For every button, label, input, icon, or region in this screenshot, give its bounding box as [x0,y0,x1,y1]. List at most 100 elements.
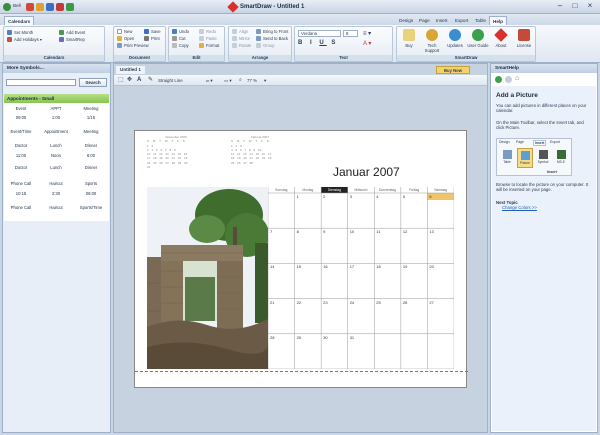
symbol-cell[interactable]: Sports/Time [74,205,108,210]
date-cell[interactable]: 21 [270,300,274,305]
shape-select[interactable]: ▭ ▾ [224,77,232,84]
ruins-photo[interactable] [147,187,268,369]
forward-icon[interactable] [505,76,512,83]
symbol-cell[interactable]: Meeting [74,106,108,111]
save-button[interactable]: Save [151,29,161,34]
zoom-icon[interactable]: ⌕ [239,77,242,84]
group-button[interactable]: Group [263,43,275,48]
about-button[interactable]: About [490,28,512,56]
pan-tool-icon[interactable]: ✥ [127,77,132,84]
symbol-cell[interactable]: Dinner [74,143,108,148]
symbol-cell[interactable]: Doctor [4,143,38,148]
back-icon[interactable] [495,76,502,83]
date-cell[interactable]: 5 [403,194,405,199]
line-width-select[interactable]: ═ ▾ [206,77,213,84]
date-cell[interactable]: 18 [376,264,380,269]
search-button[interactable]: Search [79,78,107,87]
new-icon[interactable] [26,3,34,11]
symbol-cell[interactable]: APPT [39,106,73,111]
date-cell[interactable]: 8 [297,229,299,234]
date-cell[interactable]: 20 [429,264,433,269]
bring-to-front-button[interactable]: Bring to Front [263,29,288,34]
tab-export[interactable]: Export [452,16,471,25]
close-button[interactable]: × [583,1,597,12]
symbol-cell[interactable]: 1/15 [74,115,108,120]
symbol-cell[interactable]: Haircut [39,205,73,210]
symbol-cell[interactable]: Lunch [39,165,73,170]
date-cell[interactable]: 2 [323,194,325,199]
date-cell[interactable]: 9 [323,229,325,234]
maximize-button[interactable]: □ [568,1,582,12]
date-cell[interactable]: 22 [297,300,301,305]
date-cell[interactable]: 14 [270,264,274,269]
minimize-button[interactable]: – [553,1,567,12]
symbol-cell[interactable]: 6:00 [74,153,108,158]
date-cell[interactable]: 1 [297,194,299,199]
format-buttons[interactable]: B I U S [298,40,338,46]
tab-page[interactable]: Page [416,16,433,25]
symbol-cell[interactable]: Noon [39,153,73,158]
send-to-back-button[interactable]: Send to Back [263,36,288,41]
date-cell[interactable]: 27 [429,300,433,305]
align-button[interactable]: Align [239,29,248,34]
copy-button[interactable]: Copy [179,43,189,48]
open-button[interactable]: Open [124,36,134,41]
symbol-cell[interactable]: Doctor [4,165,38,170]
tab-insert[interactable]: Insert [433,16,451,25]
symbol-cell[interactable]: Event [4,106,38,111]
open-icon[interactable] [36,3,44,11]
date-cell[interactable]: 23 [323,300,327,305]
buy-button[interactable]: Buy [398,28,420,56]
user-guide-button[interactable]: User Guide [467,28,489,56]
symbol-cell[interactable]: 1:00 [39,115,73,120]
symbol-cell[interactable]: Event/Time [4,129,38,134]
month-title[interactable]: Januar 2007 [333,165,400,179]
date-cell[interactable]: 29 [297,335,301,340]
symbol-cell[interactable]: 2:30 [39,191,73,196]
date-cell[interactable]: 7 [270,229,272,234]
date-cell[interactable]: 19 [403,264,407,269]
date-cell[interactable]: 31 [350,335,354,340]
undo-button[interactable]: Undo [179,29,189,34]
date-cell[interactable]: 3 [350,194,352,199]
symbol-cell[interactable]: Dinner [74,165,108,170]
date-cell[interactable]: 15 [297,264,301,269]
line-style-select[interactable]: Straight Line [158,77,183,84]
date-cell[interactable]: 16 [323,264,327,269]
date-cell[interactable]: 26 [403,300,407,305]
print-button[interactable]: Print [151,36,160,41]
cut-button[interactable]: Cut [179,36,186,41]
search-panel-title[interactable]: More Symbols... [3,64,110,73]
new-button[interactable]: New [124,29,132,34]
next-topic-link[interactable]: Change Colors >> [502,205,537,210]
mirror-button[interactable]: Mirror [239,36,250,41]
date-cell[interactable]: 24 [350,300,354,305]
date-cell[interactable]: 4 [376,194,378,199]
smartrep-button[interactable]: SmartRep [66,37,85,42]
select-tool-icon[interactable]: ⬚ [118,77,124,84]
text-color-icon[interactable]: A ▾ [363,40,371,47]
symbol-cell[interactable]: 10:15 [4,191,38,196]
add-event-button[interactable]: Add Event [66,30,85,35]
zoom-dropdown-icon[interactable]: ▾ [264,77,266,84]
tab-help[interactable]: Help [489,16,507,25]
search-input[interactable] [6,79,76,86]
symbol-cell[interactable]: Meeting [74,129,108,134]
date-cell[interactable]: 25 [376,300,380,305]
tab-table[interactable]: Table [472,16,489,25]
redo-button[interactable]: Redo [206,29,216,34]
print-icon[interactable] [56,3,64,11]
library-title[interactable]: Appointments - Small [4,94,109,103]
date-cell[interactable]: 11 [376,229,380,234]
symbol-cell[interactable]: Phone Call [4,181,38,186]
symbol-cell[interactable]: Appointment [39,129,73,134]
date-cell[interactable]: 17 [350,264,354,269]
font-size-select[interactable]: 8 [343,30,358,37]
tab-design[interactable]: Design [396,16,416,25]
buy-now-button[interactable]: Buy Now [436,66,470,74]
date-cell[interactable]: 12 [403,229,407,234]
add-holidays-button[interactable]: Add Holidays [14,37,39,42]
symbol-cell[interactable]: Lunch [39,143,73,148]
save-icon[interactable] [46,3,54,11]
paste-button[interactable]: Paste [206,36,217,41]
